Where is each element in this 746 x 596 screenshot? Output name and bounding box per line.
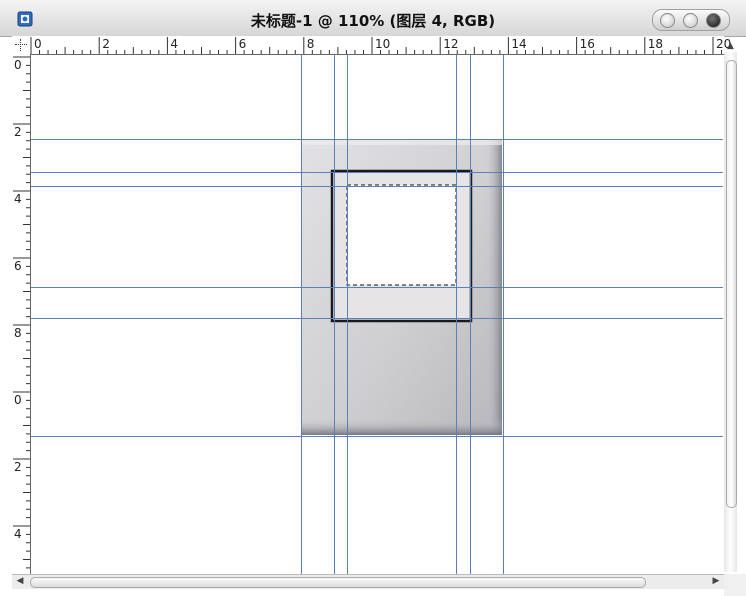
marquee-selection[interactable] — [346, 184, 457, 286]
guides — [31, 55, 723, 574]
vertical-ruler[interactable] — [12, 54, 31, 574]
frame-bevel-bottom — [301, 419, 502, 435]
window-controls — [652, 9, 730, 31]
horizontal-ruler[interactable] — [30, 36, 724, 55]
canvas[interactable]: 0 2 4 6 8 10 12 14 16 18 20 02468024 — [0, 0, 746, 596]
scroll-up-icon[interactable]: ▲ — [724, 40, 737, 52]
zoom-icon[interactable] — [706, 13, 721, 28]
photo-window[interactable] — [330, 169, 473, 323]
minimize-icon[interactable] — [683, 13, 698, 28]
title-bar[interactable]: 未标题-1 @ 110% (图层 4, RGB) — [0, 0, 746, 37]
ruler-origin[interactable] — [12, 36, 31, 55]
document-window: 未标题-1 @ 110% (图层 4, RGB) 0 2 4 6 8 10 12… — [0, 0, 746, 596]
frame-body[interactable] — [301, 139, 502, 435]
resize-grip[interactable] — [724, 574, 746, 596]
horizontal-scrollbar-thumb[interactable] — [30, 577, 646, 588]
frame-bevel-top — [301, 139, 502, 145]
scroll-left-icon[interactable]: ◀ — [14, 575, 26, 587]
scroll-right-icon[interactable]: ▶ — [710, 575, 722, 587]
close-icon[interactable] — [660, 13, 675, 28]
frame-bevel-right — [486, 139, 502, 435]
frame-layer[interactable] — [301, 139, 502, 435]
vertical-scrollbar-thumb[interactable] — [726, 60, 737, 508]
window-title: 未标题-1 @ 110% (图层 4, RGB) — [250, 12, 496, 30]
